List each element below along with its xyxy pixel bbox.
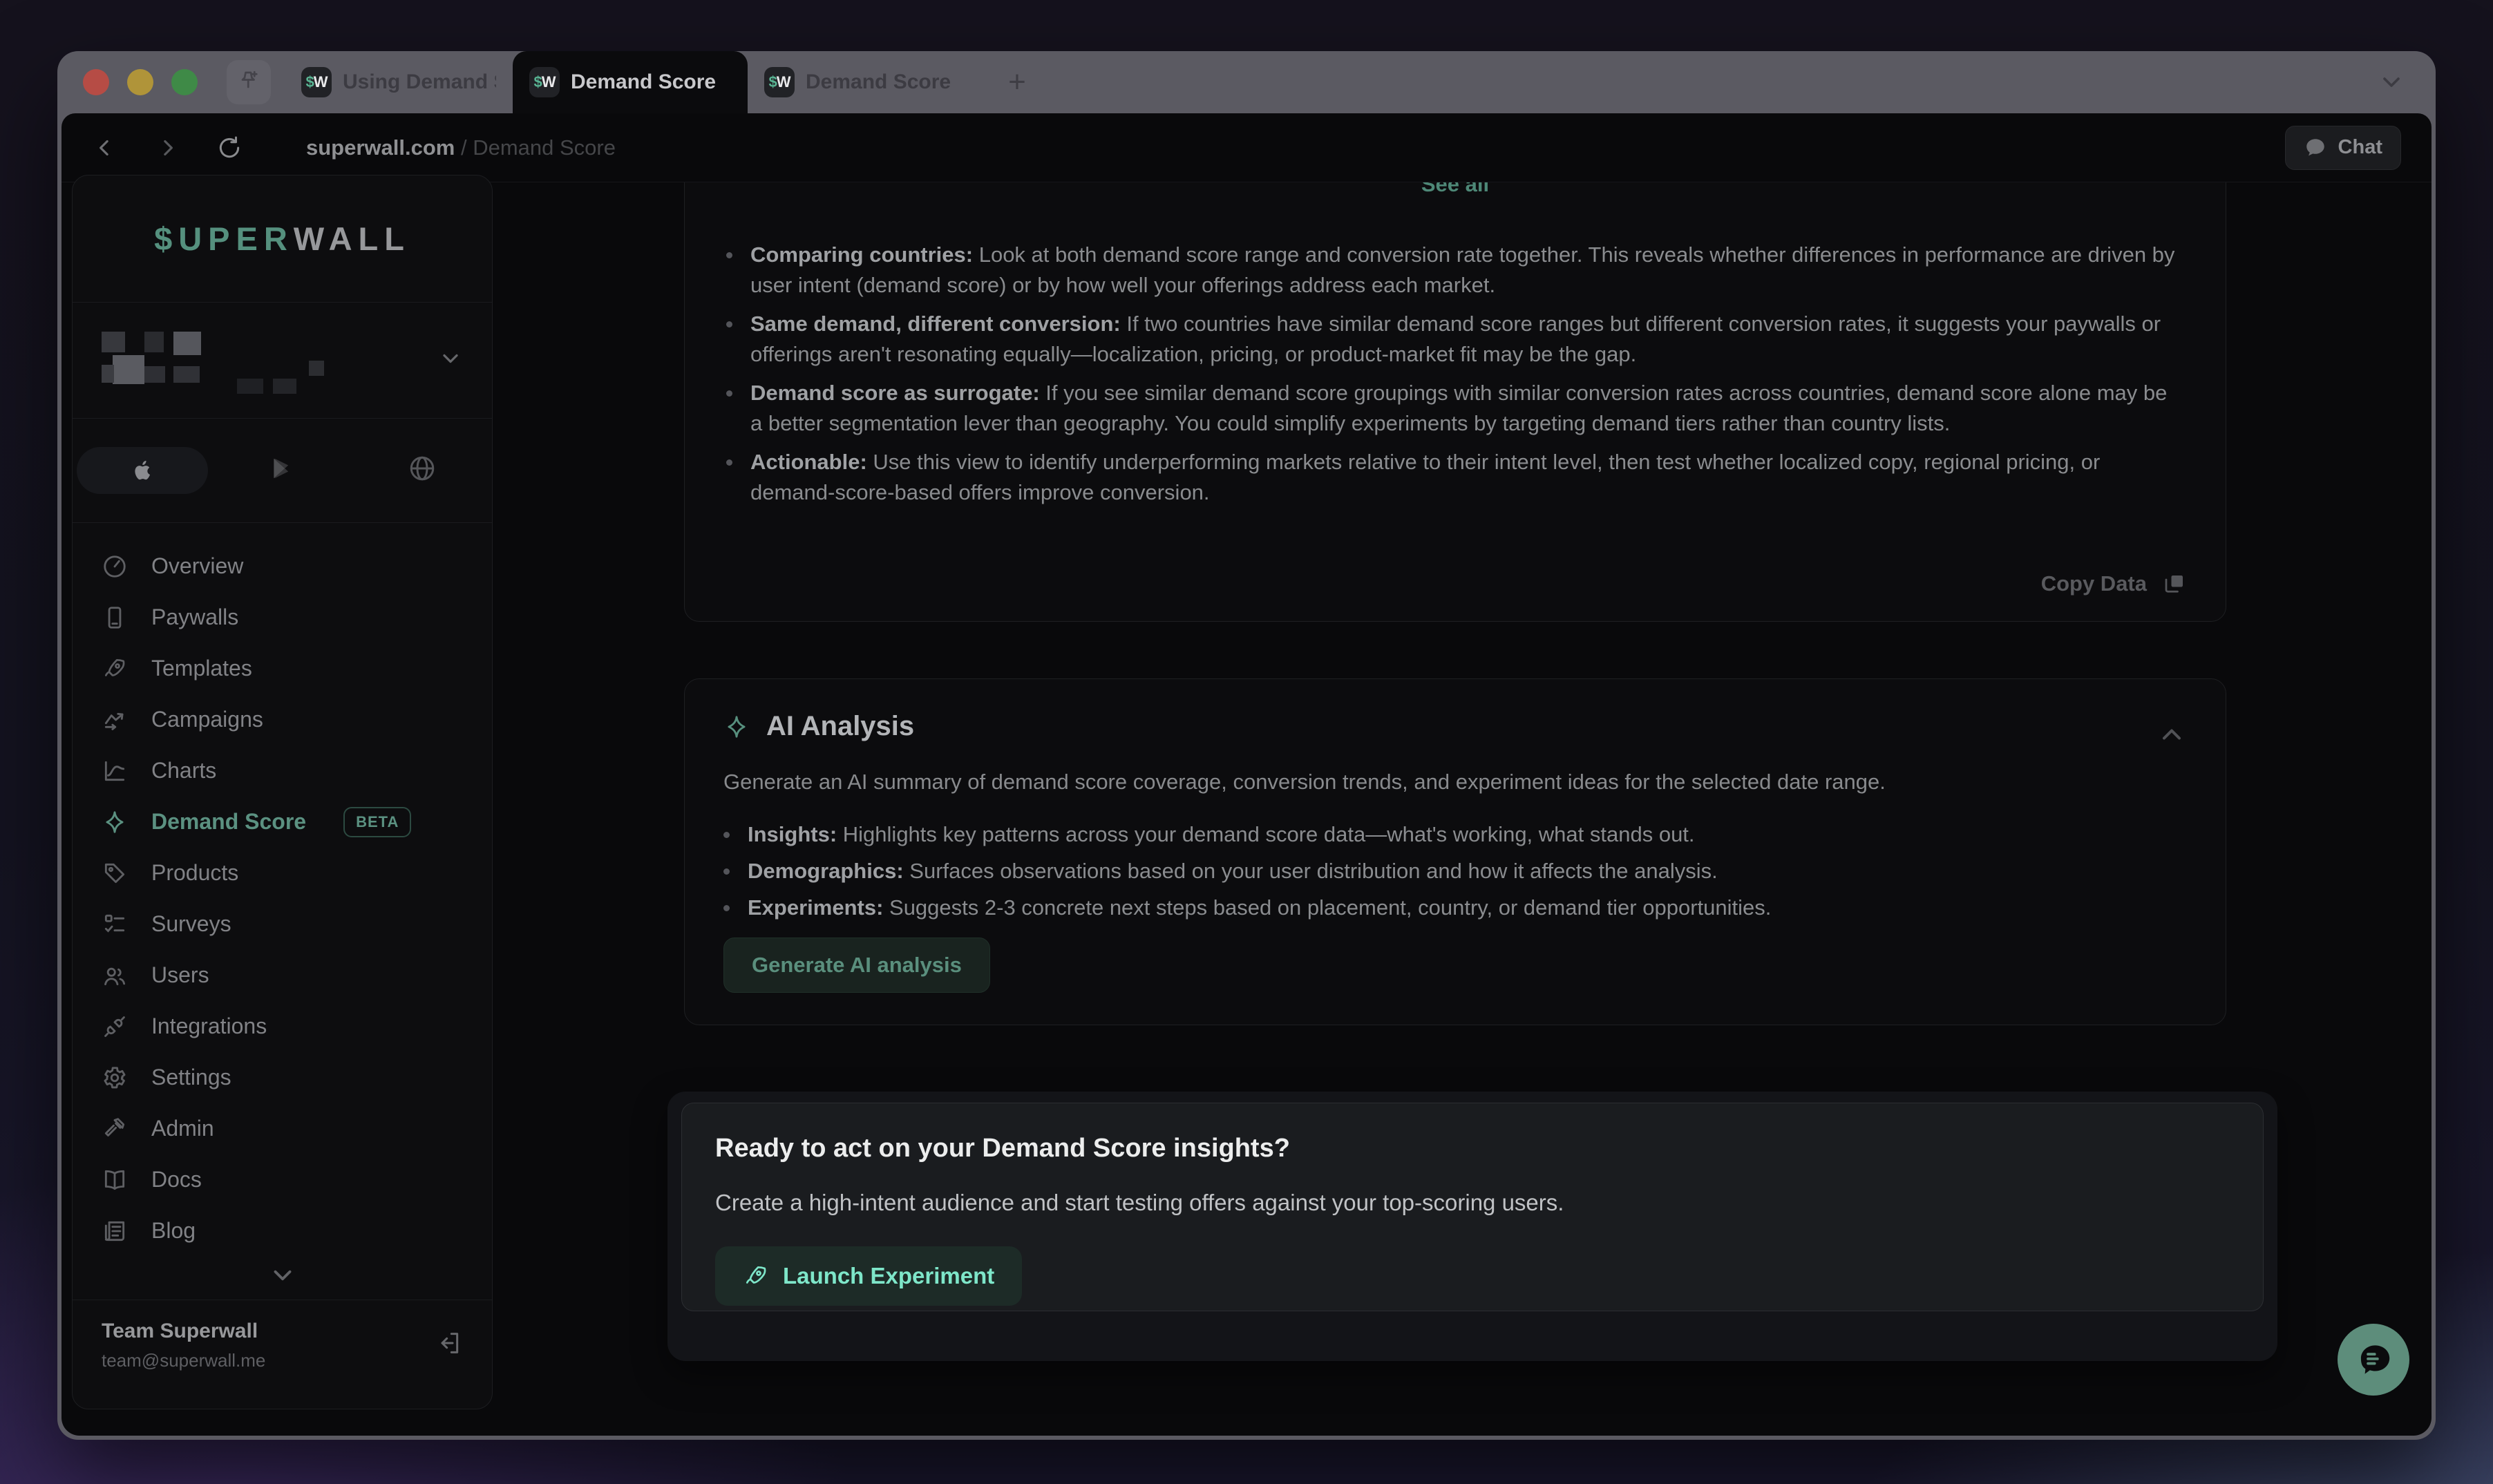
tab-list-chevron-down-icon[interactable] [2378, 51, 2405, 113]
rocket-icon [743, 1263, 769, 1289]
pin-plus-icon [236, 68, 261, 97]
superwall-favicon: $W [301, 67, 332, 97]
cta-wrapper: Ready to act on your Demand Score insigh… [667, 1092, 2277, 1361]
chat-button[interactable]: Chat [2285, 126, 2401, 170]
ai-analysis-card: AI Analysis Generate an AI summary of de… [684, 678, 2226, 1025]
minimize-window-button[interactable] [127, 69, 153, 95]
sparkle-icon [723, 714, 750, 740]
bullet-dot [726, 459, 732, 466]
launch-experiment-button[interactable]: Launch Experiment [715, 1246, 1022, 1306]
superwall-favicon: $W [764, 67, 795, 97]
bullet-dot [726, 390, 732, 397]
browser-window: $W Using Demand Score in $W Demand Score… [57, 51, 2436, 1440]
refresh-button[interactable] [216, 135, 243, 161]
browser-navbar: superwall.com / Demand Score Chat [61, 113, 2432, 182]
close-window-button[interactable] [83, 69, 109, 95]
tab-demand-score-active[interactable]: $W Demand Score [513, 51, 748, 113]
ai-analysis-description: Generate an AI summary of demand score c… [723, 770, 2187, 795]
url-host: superwall.com [306, 135, 455, 160]
bullet-dot [726, 321, 732, 327]
ai-bullet-list: Insights: Highlights key patterns across… [723, 819, 2187, 923]
zoom-window-button[interactable] [171, 69, 198, 95]
pin-tab-button[interactable] [227, 60, 271, 104]
support-chat-fab[interactable] [2338, 1324, 2409, 1396]
tab-strip: $W Using Demand Score in $W Demand Score… [285, 51, 976, 113]
superwall-favicon: $W [529, 67, 560, 97]
generate-ai-analysis-button[interactable]: Generate AI analysis [723, 938, 990, 993]
chat-bubble-icon [2304, 136, 2327, 160]
window-controls [83, 69, 198, 95]
list-item: Same demand, different conversion: If tw… [726, 309, 2184, 370]
desktop-background: $W Using Demand Score in $W Demand Score… [0, 0, 2493, 1484]
list-item: Demand score as surrogate: If you see si… [726, 378, 2184, 439]
tab-demand-score-2[interactable]: $W Demand Score [748, 51, 976, 113]
chat-bubble-icon [2352, 1338, 2395, 1381]
collapse-chevron-up-icon[interactable] [2157, 719, 2187, 753]
forward-button[interactable] [154, 135, 180, 161]
cta-subtitle: Create a high-intent audience and start … [715, 1190, 2230, 1216]
new-tab-button[interactable]: + [996, 65, 1038, 99]
back-button[interactable] [92, 135, 118, 161]
tab-label: Demand Score [571, 70, 716, 94]
url-bar[interactable]: superwall.com / Demand Score [306, 135, 616, 160]
see-all-link[interactable]: See all [726, 182, 2184, 197]
insights-bullet-list: Comparing countries: Look at both demand… [726, 240, 2184, 508]
bullet-dot [723, 905, 730, 911]
copy-data-label: Copy Data [2041, 571, 2147, 596]
bullet-dot [723, 832, 730, 838]
list-item: Insights: Highlights key patterns across… [723, 819, 2187, 850]
list-item: Actionable: Use this view to identify un… [726, 447, 2184, 508]
copy-data-button[interactable]: Copy Data [2041, 571, 2187, 596]
launch-experiment-label: Launch Experiment [783, 1263, 994, 1289]
cta-title: Ready to act on your Demand Score insigh… [715, 1134, 2230, 1163]
tab-using-demand-score[interactable]: $W Using Demand Score in [285, 51, 513, 113]
copy-icon [2162, 571, 2187, 596]
insights-card: See all Comparing countries: Look at bot… [684, 182, 2226, 622]
browser-content: superwall.com / Demand Score Chat $UPERW… [61, 113, 2432, 1436]
browser-tab-bar: $W Using Demand Score in $W Demand Score… [57, 51, 2436, 113]
tab-label: Demand Score [806, 70, 951, 94]
list-item: Demographics: Surfaces observations base… [723, 856, 2187, 886]
tab-label: Using Demand Score in [343, 70, 496, 94]
list-item: Experiments: Suggests 2-3 concrete next … [723, 893, 2187, 923]
bullet-dot [723, 868, 730, 875]
cta-card: Ready to act on your Demand Score insigh… [681, 1103, 2264, 1311]
main-scroll-area[interactable]: See all Comparing countries: Look at bot… [61, 182, 2432, 1436]
bullet-dot [726, 252, 732, 258]
ai-analysis-title: AI Analysis [766, 711, 914, 742]
ai-analysis-header: AI Analysis [723, 711, 2187, 742]
list-item: Comparing countries: Look at both demand… [726, 240, 2184, 301]
chat-button-label: Chat [2338, 136, 2382, 159]
url-path: / Demand Score [455, 135, 616, 160]
